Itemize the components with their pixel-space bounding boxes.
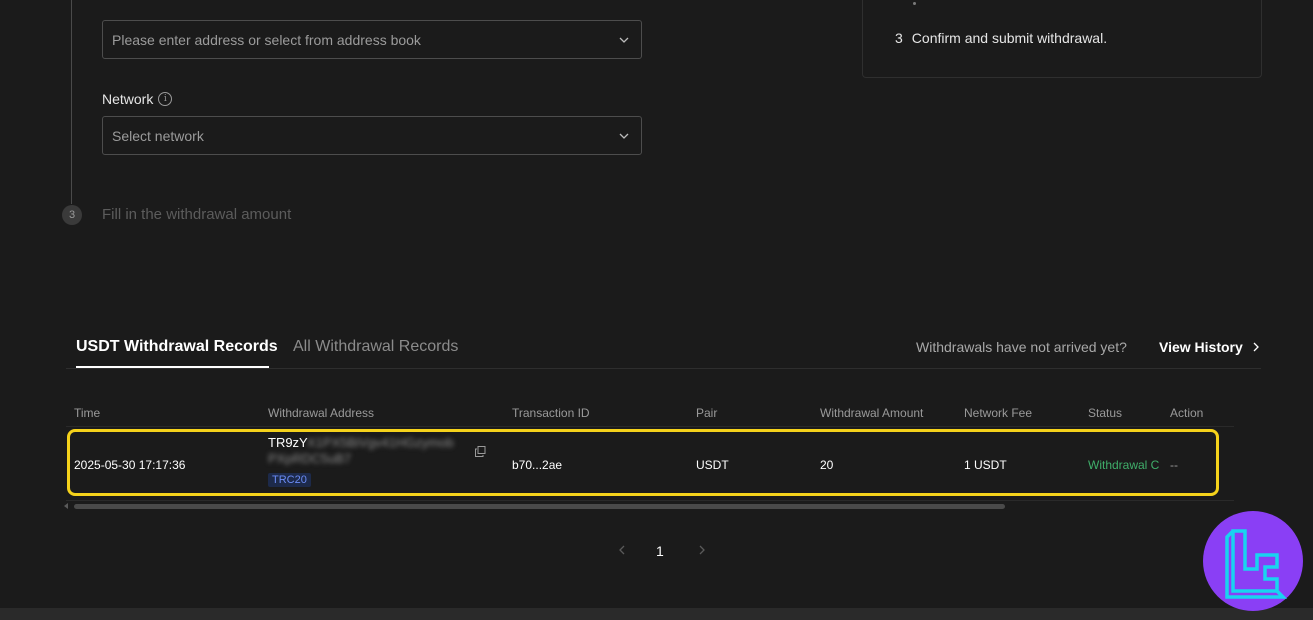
col-withdrawal-address: Withdrawal Address — [268, 406, 375, 420]
step-3-label: Fill in the withdrawal amount — [102, 206, 292, 223]
stepper-line — [71, 0, 72, 204]
col-pair: Pair — [696, 406, 718, 420]
info-step-3: 3 Confirm and submit withdrawal. — [895, 30, 1107, 46]
network-select[interactable]: Select network — [102, 116, 642, 155]
col-withdrawal-amount: Withdrawal Amount — [820, 406, 924, 420]
logo-mark-icon — [1225, 529, 1288, 599]
view-history-link[interactable]: View History — [1159, 339, 1261, 355]
col-action: Action — [1170, 406, 1204, 420]
col-network-fee: Network Fee — [964, 406, 1033, 420]
view-history-label: View History — [1159, 339, 1243, 355]
tab-usdt-withdrawal-records[interactable]: USDT Withdrawal Records — [76, 338, 278, 356]
row-highlight-box — [67, 429, 1219, 496]
scroll-left-arrow-icon[interactable] — [64, 503, 68, 509]
current-page-number[interactable]: 1 — [656, 543, 664, 559]
brand-logo — [1203, 511, 1303, 611]
chevron-right-icon — [1253, 342, 1259, 352]
step-3-number: 3 — [62, 205, 82, 225]
not-arrived-link[interactable]: Withdrawals have not arrived yet? — [916, 339, 1127, 355]
prev-page-icon[interactable] — [615, 543, 629, 557]
tabs-divider — [66, 368, 1261, 369]
network-label: Network i — [102, 91, 173, 107]
withdrawal-steps-panel: 3 Confirm and submit withdrawal. — [862, 0, 1262, 78]
network-placeholder: Select network — [112, 127, 204, 144]
col-status: Status — [1088, 406, 1123, 420]
row-divider — [66, 500, 1234, 501]
col-transaction-id: Transaction ID — [512, 406, 590, 420]
bullet-dot — [913, 2, 916, 5]
header-divider — [66, 426, 1234, 427]
address-placeholder: Please enter address or select from addr… — [112, 31, 421, 48]
info-step-text: Confirm and submit withdrawal. — [911, 30, 1108, 46]
info-step-number: 3 — [895, 30, 903, 46]
col-time: Time — [74, 406, 101, 420]
info-icon[interactable]: i — [158, 92, 173, 106]
next-page-icon[interactable] — [695, 543, 709, 557]
address-select[interactable]: Please enter address or select from addr… — [102, 20, 642, 59]
network-label-text: Network — [102, 91, 154, 107]
bottom-strip — [0, 608, 1313, 620]
tab-all-withdrawal-records[interactable]: All Withdrawal Records — [293, 338, 458, 356]
scrollbar-thumb[interactable] — [74, 504, 1005, 509]
chevron-down-icon — [619, 133, 629, 139]
chevron-down-icon — [619, 37, 629, 43]
